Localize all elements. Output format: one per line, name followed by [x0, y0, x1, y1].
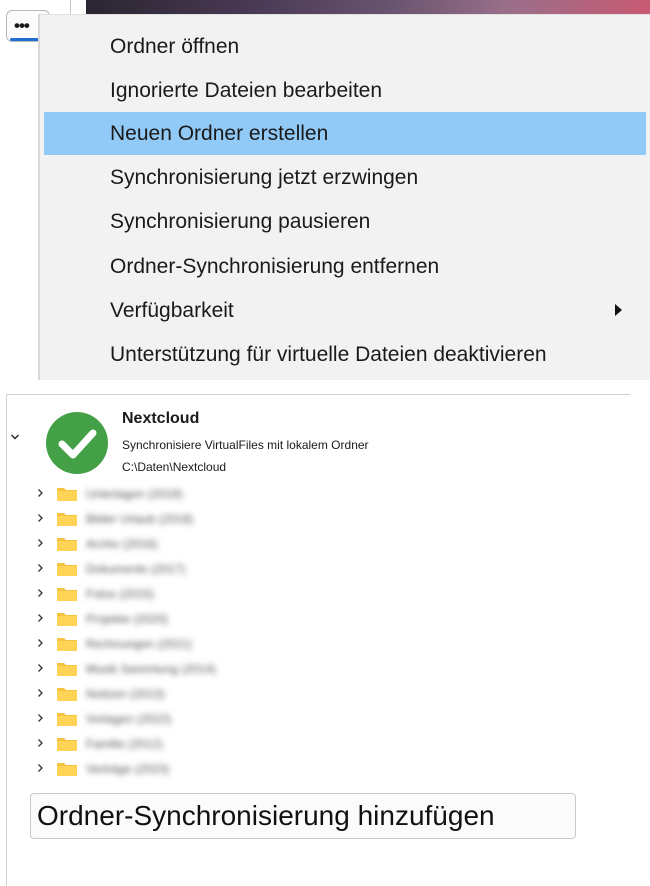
menu-item-label: Verfügbarkeit	[110, 299, 234, 322]
subfolder-label: Vorlagen (2022)	[86, 712, 172, 726]
screenshot-gap	[0, 380, 650, 394]
subfolder-item[interactable]: Dokumente (2017)	[0, 556, 400, 581]
menu-item-create-new-folder[interactable]: Neuen Ordner erstellen	[44, 112, 646, 155]
subfolder-item[interactable]: Verträge (2023)	[0, 756, 400, 781]
folder-icon	[57, 738, 77, 751]
folder-icon	[57, 563, 77, 576]
menu-item-force-sync[interactable]: Synchronisierung jetzt erzwingen	[44, 156, 646, 199]
chevron-right-icon[interactable]	[35, 738, 45, 748]
menu-item-label: Ordner öffnen	[110, 35, 240, 58]
checkmark-circle-icon	[46, 412, 108, 474]
submenu-arrow-icon	[615, 304, 622, 316]
subfolder-label: Rechnungen (2021)	[86, 637, 193, 651]
menu-item-label: Synchronisierung jetzt erzwingen	[110, 166, 419, 189]
subfolder-label: Musik Sammlung (2014)	[86, 662, 217, 676]
chevron-right-icon[interactable]	[35, 538, 45, 548]
menu-item-edit-ignored-files[interactable]: Ignorierte Dateien bearbeiten	[44, 69, 646, 112]
subfolder-item[interactable]: Unterlagen (2019)	[0, 481, 400, 506]
folder-icon	[57, 638, 77, 651]
chevron-right-icon[interactable]	[35, 763, 45, 773]
subfolder-label: Fotos (2015)	[86, 587, 155, 601]
account-name: Nextcloud	[122, 410, 200, 427]
subfolder-item[interactable]: Projekte (2020)	[0, 606, 400, 631]
subfolder-item[interactable]: Rechnungen (2021)	[0, 631, 400, 656]
subfolder-label: Familie (2012)	[86, 737, 163, 751]
local-folder-path: C:\Daten\Nextcloud	[122, 460, 227, 474]
menu-item-label: Synchronisierung pausieren	[110, 210, 371, 233]
subfolder-label: Dokumente (2017)	[86, 562, 186, 576]
subfolder-label: Projekte (2020)	[86, 612, 169, 626]
folder-icon	[57, 538, 77, 551]
menu-item-label: Ignorierte Dateien bearbeiten	[110, 79, 383, 102]
subfolder-label: Archiv (2016)	[86, 537, 158, 551]
subfolder-label: Verträge (2023)	[86, 762, 170, 776]
folder-icon	[57, 713, 77, 726]
folder-icon	[57, 763, 77, 776]
subfolder-item[interactable]: Archiv (2016)	[0, 531, 400, 556]
context-menu: Ordner öffnen Ignorierte Dateien bearbei…	[40, 14, 650, 381]
chevron-right-icon[interactable]	[35, 488, 45, 498]
folder-icon	[57, 688, 77, 701]
subfolder-item[interactable]: Familie (2012)	[0, 731, 400, 756]
chevron-right-icon[interactable]	[35, 513, 45, 523]
folder-icon	[57, 588, 77, 601]
chevron-right-icon[interactable]	[35, 688, 45, 698]
chevron-right-icon[interactable]	[35, 613, 45, 623]
menu-item-remove-folder-sync[interactable]: Ordner-Synchronisierung entfernen	[44, 245, 646, 288]
chevron-down-icon[interactable]	[10, 432, 20, 442]
chevron-right-icon[interactable]	[35, 563, 45, 573]
chevron-right-icon[interactable]	[35, 663, 45, 673]
subfolder-label: Bilder Urlaub (2018)	[86, 512, 194, 526]
folder-icon	[57, 513, 77, 526]
chevron-right-icon[interactable]	[35, 588, 45, 598]
folder-icon	[57, 613, 77, 626]
add-folder-sync-button[interactable]: Ordner-Synchronisierung hinzufügen	[30, 793, 576, 839]
subfolder-item[interactable]: Bilder Urlaub (2018)	[0, 506, 400, 531]
chevron-right-icon[interactable]	[35, 713, 45, 723]
folder-icon	[57, 488, 77, 501]
more-dots-icon: •••	[14, 16, 30, 35]
sync-status-text: Synchronisiere VirtualFiles mit lokalem …	[122, 438, 369, 452]
menu-item-label: Ordner-Synchronisierung entfernen	[110, 255, 440, 278]
menu-item-availability[interactable]: Verfügbarkeit	[44, 289, 646, 332]
subfolder-label: Unterlagen (2019)	[86, 487, 183, 501]
menu-item-label: Unterstützung für virtuelle Dateien deak…	[110, 343, 547, 366]
menu-item-label: Neuen Ordner erstellen	[110, 122, 329, 145]
panel-border-top	[6, 394, 630, 395]
menu-item-disable-virtual-files[interactable]: Unterstützung für virtuelle Dateien deak…	[44, 333, 646, 376]
folder-icon	[57, 663, 77, 676]
subfolder-item[interactable]: Vorlagen (2022)	[0, 706, 400, 731]
subfolder-item[interactable]: Musik Sammlung (2014)	[0, 656, 400, 681]
menu-item-pause-sync[interactable]: Synchronisierung pausieren	[44, 200, 646, 243]
subfolder-item[interactable]: Notizen (2013)	[0, 681, 400, 706]
menu-item-open-folder[interactable]: Ordner öffnen	[44, 25, 646, 68]
chevron-right-icon[interactable]	[35, 638, 45, 648]
subfolder-item[interactable]: Fotos (2015)	[0, 581, 400, 606]
subfolder-label: Notizen (2013)	[86, 687, 165, 701]
